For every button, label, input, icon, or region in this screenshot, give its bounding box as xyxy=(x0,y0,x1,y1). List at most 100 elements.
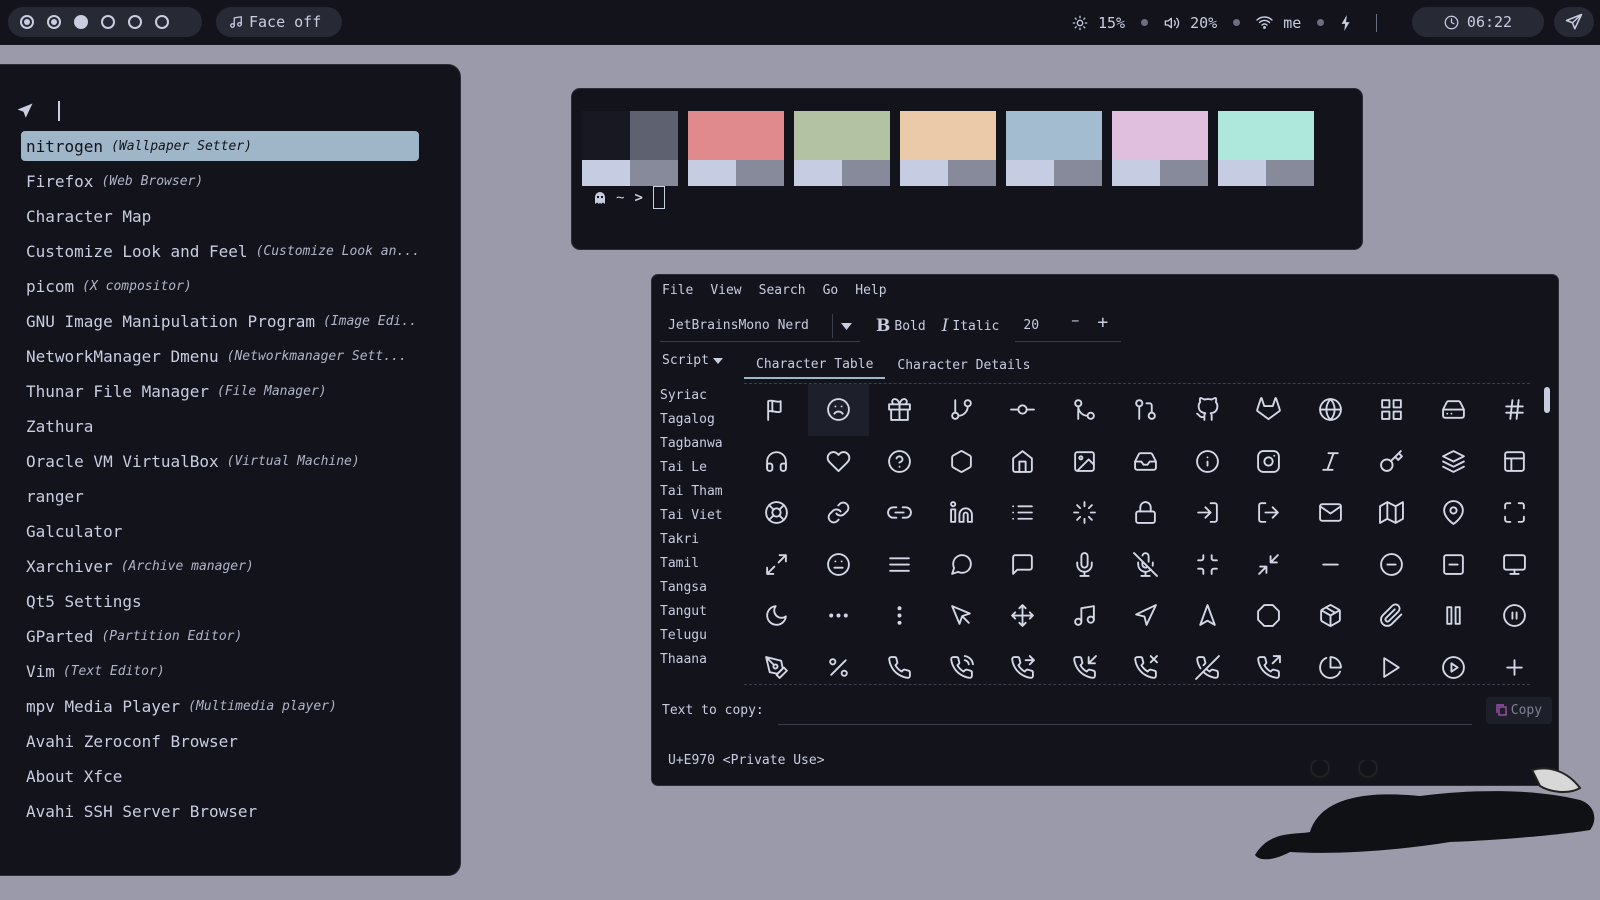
launcher-item[interactable]: Vim (Text Editor) xyxy=(21,656,419,686)
maximize-2-icon[interactable] xyxy=(746,539,808,591)
network-value[interactable]: me xyxy=(1283,14,1301,32)
layout-icon[interactable] xyxy=(1484,436,1546,488)
bold-toggle[interactable]: B Bold xyxy=(876,316,926,336)
workspace-dot-2[interactable] xyxy=(47,15,61,29)
launcher-item[interactable]: Galculator xyxy=(21,516,419,546)
play-icon[interactable] xyxy=(1361,642,1423,694)
workspace-dot-6[interactable] xyxy=(155,15,169,29)
launcher-item[interactable]: GParted (Partition Editor) xyxy=(21,621,419,651)
phone-incoming-icon[interactable] xyxy=(1054,642,1116,694)
script-item[interactable]: Tangut xyxy=(660,599,740,623)
font-selector[interactable]: JetBrainsMono Nerd xyxy=(660,310,860,342)
instagram-icon[interactable] xyxy=(1238,436,1300,488)
pause-circle-icon[interactable] xyxy=(1484,590,1546,642)
monitor-icon[interactable] xyxy=(1484,539,1546,591)
git-commit-icon[interactable] xyxy=(992,384,1054,436)
moon-icon[interactable] xyxy=(746,590,808,642)
lightning-icon[interactable] xyxy=(1340,14,1352,31)
menu-icon[interactable] xyxy=(869,539,931,591)
pen-tool-icon[interactable] xyxy=(746,642,808,694)
mic-off-icon[interactable] xyxy=(1115,539,1177,591)
music-icon[interactable] xyxy=(1054,590,1116,642)
phone-forwarded-icon[interactable] xyxy=(992,642,1054,694)
tab-character-details[interactable]: Character Details xyxy=(885,351,1042,379)
meh-icon[interactable] xyxy=(808,539,870,591)
loader-icon[interactable] xyxy=(1054,487,1116,539)
launcher-item[interactable]: GNU Image Manipulation Program (Image Edi… xyxy=(21,306,419,336)
octagon-icon[interactable] xyxy=(1238,590,1300,642)
launcher-item[interactable]: Thunar File Manager (File Manager) xyxy=(21,376,419,406)
key-icon[interactable] xyxy=(1361,436,1423,488)
brightness-value[interactable]: 15% xyxy=(1098,14,1125,32)
plus-icon[interactable] xyxy=(1484,642,1546,694)
phone-icon[interactable] xyxy=(869,642,931,694)
menu-go[interactable]: Go xyxy=(823,283,839,298)
mic-icon[interactable] xyxy=(1054,539,1116,591)
grid-icon[interactable] xyxy=(1361,384,1423,436)
launcher-item[interactable]: Character Map xyxy=(21,201,419,231)
script-item[interactable]: Takri xyxy=(660,527,740,551)
linkedin-icon[interactable] xyxy=(931,487,993,539)
pause-icon[interactable] xyxy=(1423,590,1485,642)
log-in-icon[interactable] xyxy=(1177,487,1239,539)
lock-icon[interactable] xyxy=(1115,487,1177,539)
italic-toggle[interactable]: I Italic xyxy=(942,316,1000,336)
launcher-item[interactable]: Firefox (Web Browser) xyxy=(21,166,419,196)
copy-text-input[interactable] xyxy=(777,695,1472,725)
log-out-icon[interactable] xyxy=(1238,487,1300,539)
menu-search[interactable]: Search xyxy=(759,283,806,298)
size-decrease-button[interactable]: − xyxy=(1071,314,1079,329)
gitlab-icon[interactable] xyxy=(1238,384,1300,436)
life-buoy-icon[interactable] xyxy=(746,487,808,539)
home-icon[interactable] xyxy=(992,436,1054,488)
heart-icon[interactable] xyxy=(808,436,870,488)
map-icon[interactable] xyxy=(1361,487,1423,539)
menu-help[interactable]: Help xyxy=(855,283,886,298)
menu-view[interactable]: View xyxy=(710,283,741,298)
git-pull-request-icon[interactable] xyxy=(1115,384,1177,436)
link-icon[interactable] xyxy=(808,487,870,539)
workspace-dot-1[interactable] xyxy=(20,15,34,29)
script-item[interactable]: Tai Tham xyxy=(660,479,740,503)
script-item[interactable]: Syriac xyxy=(660,383,740,407)
script-item[interactable]: Tamil xyxy=(660,551,740,575)
play-circle-icon[interactable] xyxy=(1423,642,1485,694)
globe-icon[interactable] xyxy=(1300,384,1362,436)
launcher-item[interactable]: mpv Media Player (Multimedia player) xyxy=(21,691,419,721)
launcher-item[interactable]: picom (X compositor) xyxy=(21,271,419,301)
hash-icon[interactable] xyxy=(1484,384,1546,436)
clock-widget[interactable]: 06:22 xyxy=(1412,7,1544,37)
gift-icon[interactable] xyxy=(869,384,931,436)
headphones-icon[interactable] xyxy=(746,436,808,488)
launcher-item[interactable]: ranger xyxy=(21,481,419,511)
maximize-icon[interactable] xyxy=(1484,487,1546,539)
more-vertical-icon[interactable] xyxy=(869,590,931,642)
phone-off-icon[interactable] xyxy=(1177,642,1239,694)
script-item[interactable]: Tai Le xyxy=(660,455,740,479)
script-item[interactable]: Thaana xyxy=(660,647,740,671)
list-icon[interactable] xyxy=(992,487,1054,539)
map-pin-icon[interactable] xyxy=(1423,487,1485,539)
scrollbar-thumb[interactable] xyxy=(1544,387,1550,413)
flag-icon[interactable] xyxy=(746,384,808,436)
sad-face-icon[interactable] xyxy=(807,384,869,436)
launcher-item[interactable]: Zathura xyxy=(21,411,419,441)
copy-button[interactable]: Copy xyxy=(1485,696,1553,724)
more-horizontal-icon[interactable] xyxy=(808,590,870,642)
hexagon-icon[interactable] xyxy=(931,436,993,488)
launcher-item[interactable]: NetworkManager Dmenu (Networkmanager Sett… xyxy=(21,341,419,371)
layers-icon[interactable] xyxy=(1423,436,1485,488)
message-square-icon[interactable] xyxy=(992,539,1054,591)
move-icon[interactable] xyxy=(992,590,1054,642)
launcher-item[interactable]: Avahi SSH Server Browser xyxy=(21,796,419,826)
script-item[interactable]: Telugu xyxy=(660,623,740,647)
workspace-dot-5[interactable] xyxy=(128,15,142,29)
navigation-icon[interactable] xyxy=(1115,590,1177,642)
script-dropdown[interactable]: Script xyxy=(662,353,723,368)
inbox-icon[interactable] xyxy=(1115,436,1177,488)
launcher-item[interactable]: Oracle VM VirtualBox (Virtual Machine) xyxy=(21,446,419,476)
italic-icon[interactable] xyxy=(1300,436,1362,488)
tab-character-table[interactable]: Character Table xyxy=(744,351,886,379)
launcher-item[interactable]: Avahi Zeroconf Browser xyxy=(21,726,419,756)
mouse-pointer-icon[interactable] xyxy=(931,590,993,642)
